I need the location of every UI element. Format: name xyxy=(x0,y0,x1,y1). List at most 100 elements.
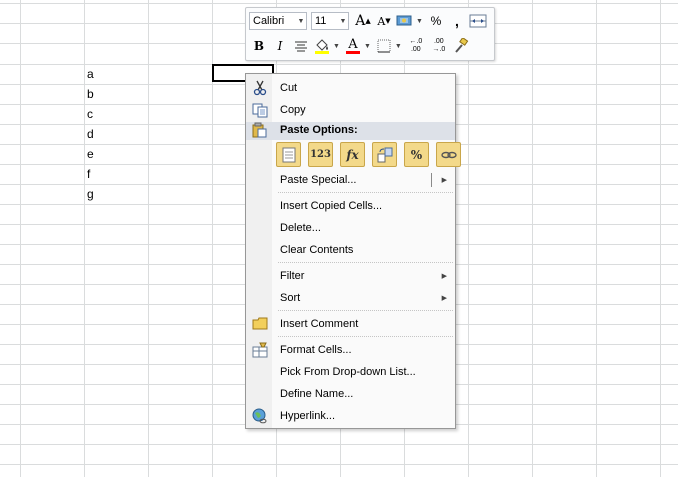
submenu-arrow-icon[interactable]: ▶ xyxy=(442,176,447,184)
menu-item-define-name[interactable]: Define Name... xyxy=(246,384,455,404)
gridline xyxy=(660,0,661,477)
paste-values-icon: 123 xyxy=(310,149,331,160)
menu-item-hyperlink[interactable]: Hyperlink... xyxy=(246,406,455,426)
cell-b[interactable]: b xyxy=(87,87,94,101)
menu-item-label: Filter xyxy=(280,270,305,282)
italic-button[interactable]: I xyxy=(270,36,290,56)
gridline xyxy=(596,0,597,477)
menu-separator xyxy=(278,336,453,338)
cell-e[interactable]: e xyxy=(87,147,94,161)
paste-button[interactable] xyxy=(276,142,301,167)
chevron-down-icon[interactable]: ▼ xyxy=(296,18,306,25)
gridline xyxy=(84,0,85,477)
borders-icon xyxy=(377,39,391,53)
shrink-font-icon: A xyxy=(377,14,386,28)
font-color-bar xyxy=(345,51,360,54)
format-painter-icon xyxy=(455,38,469,53)
menu-item-label: Format Cells... xyxy=(280,344,352,356)
paste-formulas-button[interactable]: fx xyxy=(340,142,365,167)
paste-options-header: Paste Options: xyxy=(246,122,455,140)
grow-font-icon: A xyxy=(355,13,366,29)
menu-item-cut[interactable]: Cut xyxy=(246,78,455,98)
paste-link-button[interactable] xyxy=(436,142,461,167)
center-align-button[interactable] xyxy=(291,36,311,56)
font-size-value: 11 xyxy=(315,15,327,27)
link-icon xyxy=(440,151,457,158)
merge-center-button[interactable] xyxy=(468,11,488,31)
menu-item-label: Paste Special... xyxy=(280,174,357,186)
copy-icon xyxy=(251,101,269,119)
paste-options-label: Paste Options: xyxy=(280,124,358,136)
menu-item-sort[interactable]: Sort ▶ xyxy=(246,288,455,308)
paste-formatting-icon: % xyxy=(410,147,423,162)
cell-a[interactable]: a xyxy=(87,67,94,81)
shrink-font-button[interactable]: A ▼ xyxy=(374,11,394,31)
font-color-icon: A xyxy=(348,37,358,52)
font-color-button[interactable]: A xyxy=(343,36,363,56)
split-divider xyxy=(431,173,432,187)
cell-f[interactable]: f xyxy=(87,167,90,181)
menu-item-label: Copy xyxy=(280,104,306,116)
menu-item-format-cells[interactable]: Format Cells... xyxy=(246,340,455,360)
paste-options-row: 123 fx % xyxy=(276,142,468,167)
italic-icon: I xyxy=(277,39,283,53)
menu-separator xyxy=(278,310,453,312)
menu-item-label: Cut xyxy=(280,82,298,94)
menu-item-label: Insert Copied Cells... xyxy=(280,200,383,212)
cell-c[interactable]: c xyxy=(87,107,93,121)
cell-g[interactable]: g xyxy=(87,187,94,201)
paste-formatting-button[interactable]: % xyxy=(404,142,429,167)
submenu-arrow-icon: ▶ xyxy=(441,273,447,280)
bold-icon: B xyxy=(253,39,265,53)
chevron-down-icon[interactable]: ▼ xyxy=(338,18,348,25)
format-painter-button[interactable] xyxy=(451,36,471,56)
bold-button[interactable]: B xyxy=(249,36,269,56)
submenu-arrow-icon: ▶ xyxy=(441,295,447,302)
menu-item-clear-contents[interactable]: Clear Contents xyxy=(246,240,455,260)
comma-style-button[interactable]: , xyxy=(447,11,467,31)
font-size-combo[interactable]: 11 ▼ xyxy=(311,12,349,30)
merge-center-icon xyxy=(469,14,487,28)
chevron-down-icon[interactable]: ▼ xyxy=(364,43,371,50)
menu-item-delete[interactable]: Delete... xyxy=(246,218,455,238)
hyperlink-globe-icon xyxy=(251,407,269,425)
chevron-down-icon[interactable]: ▼ xyxy=(395,43,402,50)
increase-decimal-button[interactable]: ←.0 .00 xyxy=(405,36,427,56)
cell-d[interactable]: d xyxy=(87,127,94,141)
borders-button[interactable] xyxy=(374,36,394,56)
paste-transpose-button[interactable] xyxy=(372,142,397,167)
menu-item-label: Define Name... xyxy=(280,388,354,400)
menu-separator xyxy=(278,192,453,194)
format-cells-icon xyxy=(251,341,269,359)
paste-values-button[interactable]: 123 xyxy=(308,142,333,167)
gridline xyxy=(0,64,678,65)
menu-item-label: Clear Contents xyxy=(280,244,354,256)
paste-icon xyxy=(282,147,295,162)
grow-font-button[interactable]: A ▲ xyxy=(353,11,373,31)
gridline xyxy=(0,3,678,4)
gridline xyxy=(148,0,149,477)
menu-item-filter[interactable]: Filter ▶ xyxy=(246,266,455,286)
transpose-icon xyxy=(377,147,392,162)
gridline xyxy=(20,0,21,477)
menu-item-insert-copied-cells[interactable]: Insert Copied Cells... xyxy=(246,196,455,216)
percent-style-button[interactable]: % xyxy=(426,11,446,31)
decrease-decimal-icon: .00 →.0 xyxy=(432,38,446,53)
menu-item-label: Pick From Drop-down List... xyxy=(280,366,416,378)
menu-item-label: Hyperlink... xyxy=(280,410,336,422)
chevron-down-icon[interactable]: ▼ xyxy=(416,18,423,25)
fill-color-button[interactable] xyxy=(312,36,332,56)
paint-bucket-icon xyxy=(315,39,329,54)
accounting-format-button[interactable] xyxy=(395,11,415,31)
scissors-icon xyxy=(251,79,269,97)
menu-item-copy[interactable]: Copy xyxy=(246,100,455,120)
menu-item-paste-special[interactable]: Paste Special... ▶ xyxy=(246,170,455,190)
menu-item-pick-from-list[interactable]: Pick From Drop-down List... xyxy=(246,362,455,382)
font-name-combo[interactable]: Calibri ▼ xyxy=(249,12,307,30)
menu-item-insert-comment[interactable]: Insert Comment xyxy=(246,314,455,334)
chevron-down-icon[interactable]: ▼ xyxy=(333,43,340,50)
context-menu: Cut Copy Paste Options: 123 fx % Paste S… xyxy=(245,73,461,429)
decrease-decimal-button[interactable]: .00 →.0 xyxy=(428,36,450,56)
increase-decimal-icon: ←.0 .00 xyxy=(409,38,423,53)
gridline xyxy=(532,0,533,477)
